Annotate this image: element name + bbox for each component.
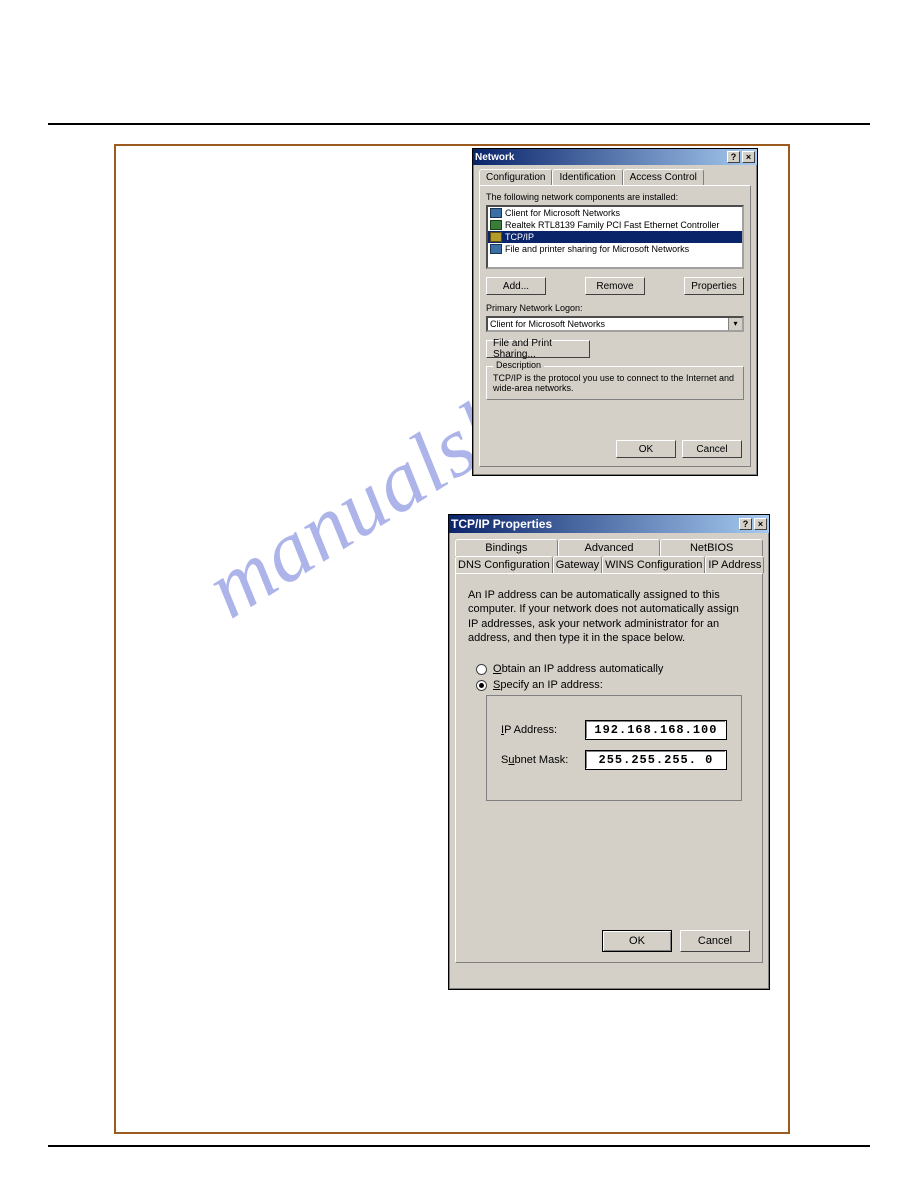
list-item[interactable]: Realtek RTL8139 Family PCI Fast Ethernet… [488,219,742,231]
add-button[interactable]: Add... [486,277,546,295]
network-title: Network [475,152,514,163]
ip-address-input[interactable]: 192.168.168.100 [585,720,727,740]
description-group: Description TCP/IP is the protocol you u… [486,366,744,400]
logon-label: Primary Network Logon: [486,303,744,313]
adapter-icon [490,220,502,230]
cancel-button[interactable]: Cancel [682,440,742,458]
list-item-label: TCP/IP [505,232,534,242]
components-label: The following network components are ins… [486,192,744,202]
network-tabs: Configuration Identification Access Cont… [479,169,751,185]
network-titlebar: Network ? × [473,149,757,165]
radio-icon [476,664,487,675]
tab-identification[interactable]: Identification [552,169,622,185]
subnet-mask-input[interactable]: 255.255.255. 0 [585,750,727,770]
protocol-icon [490,232,502,242]
ip-address-label: IP Address: [501,724,575,736]
chevron-down-icon[interactable]: ▾ [728,318,742,330]
tab-dns[interactable]: DNS Configuration [455,556,553,573]
list-item[interactable]: File and printer sharing for Microsoft N… [488,243,742,255]
file-print-sharing-button[interactable]: File and Print Sharing... [486,340,590,358]
list-item[interactable]: TCP/IP [488,231,742,243]
cancel-button[interactable]: Cancel [680,930,750,952]
tcpip-dialog: TCP/IP Properties ? × Bindings Advanced … [448,514,770,990]
help-icon[interactable]: ? [727,151,740,163]
components-listbox[interactable]: Client for Microsoft Networks Realtek RT… [486,205,744,269]
tab-ipaddress[interactable]: IP Address [705,556,764,573]
radio-icon [476,680,487,691]
tab-configuration[interactable]: Configuration [479,169,552,185]
list-item-label: Realtek RTL8139 Family PCI Fast Ethernet… [505,220,719,230]
document-frame: manualshive.com Network ? × Configuratio… [114,144,790,1134]
tab-gateway[interactable]: Gateway [553,556,602,573]
page-bottom-rule [48,1145,870,1147]
radio-obtain-label: Obtain an IP address automatically [493,663,663,675]
ok-button[interactable]: OK [616,440,676,458]
network-dialog: Network ? × Configuration Identification… [472,148,758,476]
client-icon [490,208,502,218]
tcpip-tab-page: An IP address can be automatically assig… [455,573,763,963]
tab-advanced[interactable]: Advanced [558,539,661,556]
tab-access-control[interactable]: Access Control [623,169,704,185]
tcpip-tabs: Bindings Advanced NetBIOS DNS Configurat… [455,539,763,573]
radio-obtain-auto[interactable]: Obtain an IP address automatically [476,663,750,675]
radio-specify-label: Specify an IP address: [493,679,603,691]
ip-fieldset: IP Address: 192.168.168.100 Subnet Mask:… [486,695,742,801]
list-item-label: File and printer sharing for Microsoft N… [505,244,689,254]
help-icon[interactable]: ? [739,518,752,530]
list-item-label: Client for Microsoft Networks [505,208,620,218]
description-text: TCP/IP is the protocol you use to connec… [493,373,737,393]
description-legend: Description [493,360,544,370]
properties-button[interactable]: Properties [684,277,744,295]
tcpip-titlebar: TCP/IP Properties ? × [449,515,769,533]
subnet-mask-label: Subnet Mask: [501,754,575,766]
tab-bindings[interactable]: Bindings [455,539,558,556]
network-tab-page: The following network components are ins… [479,185,751,467]
list-item[interactable]: Client for Microsoft Networks [488,207,742,219]
remove-button[interactable]: Remove [585,277,645,295]
service-icon [490,244,502,254]
tab-netbios[interactable]: NetBIOS [660,539,763,556]
tcpip-title: TCP/IP Properties [451,517,552,531]
logon-value: Client for Microsoft Networks [490,319,605,329]
page-top-rule [48,123,870,125]
tab-wins[interactable]: WINS Configuration [602,556,705,573]
radio-specify[interactable]: Specify an IP address: [476,679,750,691]
close-icon[interactable]: × [742,151,755,163]
ok-button[interactable]: OK [602,930,672,952]
logon-select[interactable]: Client for Microsoft Networks ▾ [486,316,744,332]
ip-instructions: An IP address can be automatically assig… [468,588,750,645]
close-icon[interactable]: × [754,518,767,530]
